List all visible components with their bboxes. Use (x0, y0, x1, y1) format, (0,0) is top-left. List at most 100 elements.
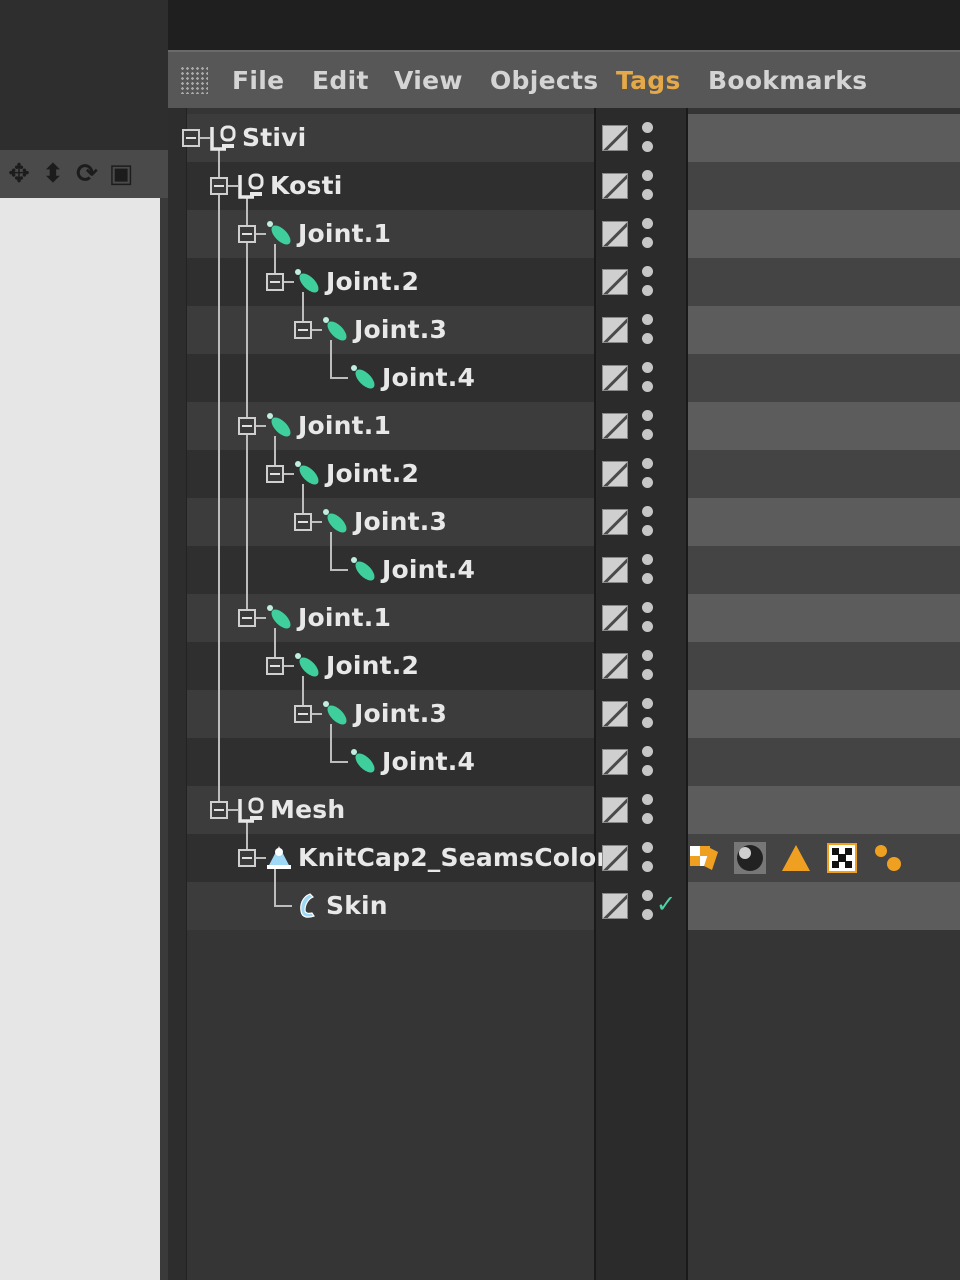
expand-collapse-toggle[interactable] (210, 177, 228, 195)
object-name-label[interactable]: Skin (326, 891, 388, 920)
render-mode-toggle[interactable] (602, 173, 628, 199)
panel-divider[interactable] (160, 198, 168, 1280)
tree-row[interactable] (168, 498, 960, 546)
expand-collapse-toggle[interactable] (210, 801, 228, 819)
joint-icon (348, 363, 378, 393)
tree-row[interactable] (168, 690, 960, 738)
menu-tags[interactable]: Tags (616, 66, 681, 95)
visibility-dots[interactable] (642, 266, 654, 298)
render-mode-toggle[interactable] (602, 701, 628, 727)
object-name-label[interactable]: Joint.2 (326, 267, 419, 296)
visibility-dots[interactable] (642, 410, 654, 442)
object-name-label[interactable]: Joint.3 (354, 315, 447, 344)
visibility-dots[interactable] (642, 650, 654, 682)
render-mode-toggle[interactable] (602, 461, 628, 487)
visibility-dots[interactable] (642, 746, 654, 778)
render-mode-toggle[interactable] (602, 413, 628, 439)
object-name-label[interactable]: Joint.4 (382, 747, 475, 776)
tree-row[interactable] (168, 306, 960, 354)
tree-row[interactable] (168, 354, 960, 402)
object-name-label[interactable]: Joint.1 (298, 219, 391, 248)
render-mode-toggle[interactable] (602, 221, 628, 247)
visibility-dots[interactable] (642, 602, 654, 634)
expand-collapse-toggle[interactable] (182, 129, 200, 147)
object-tree: Stivi Kosti Joint.1 Joint.2 Joint.3 Joint.4 Jo… (168, 108, 960, 1280)
material-sphere-tag-icon[interactable] (734, 842, 766, 874)
visibility-dots[interactable] (642, 170, 654, 202)
menu-objects[interactable]: Objects (490, 66, 598, 95)
visibility-dots[interactable] (642, 698, 654, 730)
expand-collapse-toggle[interactable] (238, 225, 256, 243)
expand-collapse-toggle[interactable] (266, 465, 284, 483)
expand-collapse-toggle[interactable] (294, 705, 312, 723)
phong-triangle-tag-icon[interactable] (780, 842, 812, 874)
joint-icon (320, 699, 350, 729)
visibility-dots[interactable] (642, 218, 654, 250)
render-mode-toggle[interactable] (602, 749, 628, 775)
menu-bookmarks[interactable]: Bookmarks (708, 66, 868, 95)
visibility-dots[interactable] (642, 314, 654, 346)
render-mode-toggle[interactable] (602, 365, 628, 391)
visibility-dots[interactable] (642, 122, 654, 154)
render-mode-toggle[interactable] (602, 893, 628, 919)
object-name-label[interactable]: Joint.4 (382, 363, 475, 392)
expand-collapse-toggle[interactable] (266, 657, 284, 675)
tree-row[interactable] (168, 546, 960, 594)
null-object-icon (236, 171, 266, 201)
menu-file[interactable]: File (232, 66, 284, 95)
object-name-label[interactable]: Mesh (270, 795, 345, 824)
texture-checker-tag-icon[interactable] (826, 842, 858, 874)
viewport-canvas[interactable] (0, 198, 160, 1280)
joint-icon (320, 315, 350, 345)
expand-collapse-toggle[interactable] (294, 513, 312, 531)
layout-icon[interactable]: ▣ (106, 157, 136, 191)
viewport-toolbar: ✥ ⬍ ⟳ ▣ (0, 150, 168, 198)
polygon-object-icon (264, 843, 294, 873)
joint-icon (264, 411, 294, 441)
visibility-dots[interactable] (642, 506, 654, 538)
move-arrows-icon[interactable]: ✥ (4, 157, 34, 191)
expand-collapse-toggle[interactable] (238, 417, 256, 435)
visibility-dots[interactable] (642, 554, 654, 586)
expand-collapse-toggle[interactable] (266, 273, 284, 291)
visibility-dots[interactable] (642, 458, 654, 490)
render-mode-toggle[interactable] (602, 317, 628, 343)
tree-branch-line (218, 148, 220, 801)
render-mode-toggle[interactable] (602, 845, 628, 871)
tags-background (688, 738, 960, 786)
render-mode-toggle[interactable] (602, 269, 628, 295)
menu-view[interactable]: View (394, 66, 463, 95)
tree-connector (330, 377, 348, 379)
render-mode-toggle[interactable] (602, 797, 628, 823)
uvw-tag-icon[interactable] (688, 842, 720, 874)
expand-collapse-toggle[interactable] (238, 609, 256, 627)
visibility-dots[interactable] (642, 794, 654, 826)
object-name-label[interactable]: KnitCap2_SeamsColor (298, 843, 609, 872)
tree-row[interactable] (168, 738, 960, 786)
panel-grip-icon[interactable] (180, 66, 208, 94)
expand-collapse-toggle[interactable] (238, 849, 256, 867)
enabled-check-icon[interactable]: ✓ (656, 890, 676, 918)
render-mode-toggle[interactable] (602, 557, 628, 583)
object-name-label[interactable]: Stivi (242, 123, 306, 152)
object-name-label[interactable]: Joint.2 (326, 459, 419, 488)
rotate-icon[interactable]: ⟳ (72, 157, 102, 191)
object-name-label[interactable]: Joint.1 (298, 603, 391, 632)
menu-edit[interactable]: Edit (312, 66, 369, 95)
render-mode-toggle[interactable] (602, 653, 628, 679)
render-mode-toggle[interactable] (602, 125, 628, 151)
render-mode-toggle[interactable] (602, 509, 628, 535)
object-name-label[interactable]: Joint.1 (298, 411, 391, 440)
object-name-label[interactable]: Joint.4 (382, 555, 475, 584)
visibility-dots[interactable] (642, 842, 654, 874)
object-name-label[interactable]: Kosti (270, 171, 343, 200)
visibility-dots[interactable] (642, 890, 654, 922)
object-name-label[interactable]: Joint.2 (326, 651, 419, 680)
render-mode-toggle[interactable] (602, 605, 628, 631)
object-name-label[interactable]: Joint.3 (354, 507, 447, 536)
expand-collapse-toggle[interactable] (294, 321, 312, 339)
visibility-dots[interactable] (642, 362, 654, 394)
object-name-label[interactable]: Joint.3 (354, 699, 447, 728)
vertical-move-icon[interactable]: ⬍ (38, 157, 68, 191)
weight-tag-icon[interactable] (872, 842, 904, 874)
